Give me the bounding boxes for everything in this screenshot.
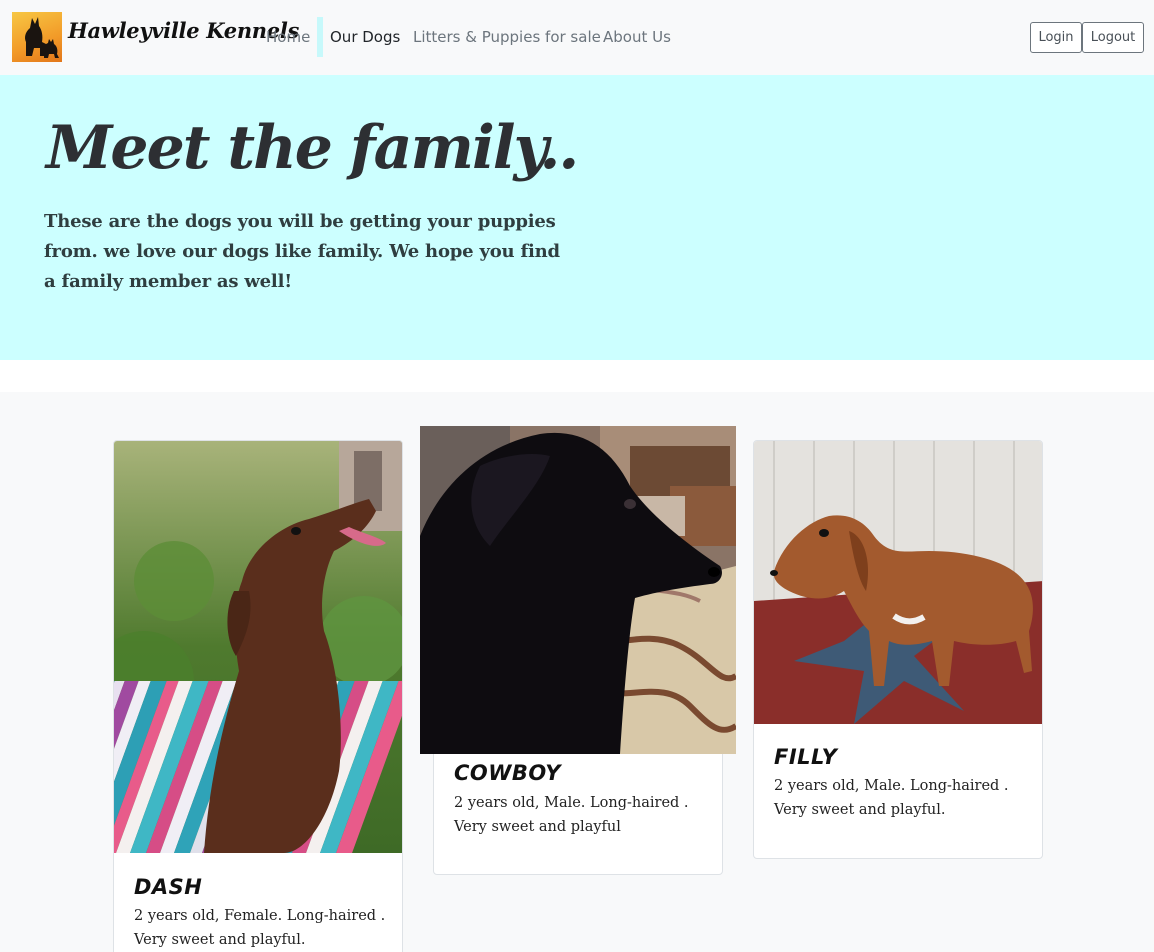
dog-card-filly[interactable]: FILLY 2 years old, Male. Long-haired . V…: [753, 440, 1043, 859]
login-button[interactable]: Login: [1030, 22, 1082, 53]
logout-button[interactable]: Logout: [1082, 22, 1144, 53]
hero-title: Meet the family..: [46, 113, 579, 183]
nav-litters-puppies[interactable]: Litters & Puppies for sale: [413, 28, 601, 46]
nav-our-dogs[interactable]: Our Dogs: [330, 28, 400, 46]
dog-description-line1: 2 years old, Male. Long-haired .: [454, 795, 689, 811]
navbar: Hawleyville Kennels Home Our Dogs Litter…: [0, 0, 1154, 75]
filly-photo: [754, 441, 1042, 724]
logo-icon[interactable]: [12, 12, 62, 62]
nav-about-us[interactable]: About Us: [603, 28, 671, 46]
dog-description-line2: Very sweet and playful: [454, 819, 621, 835]
active-nav-indicator: [317, 17, 323, 57]
nav-home[interactable]: Home: [266, 28, 310, 46]
dog-card-dash[interactable]: DASH 2 years old, Female. Long-haired . …: [113, 440, 403, 952]
dog-name: COWBOY: [454, 761, 561, 785]
brand-name[interactable]: Hawleyville Kennels: [68, 18, 299, 43]
dash-photo: [114, 441, 402, 853]
dog-description-line2: Very sweet and playful.: [134, 932, 306, 948]
hero-section: Meet the family.. These are the dogs you…: [0, 75, 1154, 360]
section-divider: [0, 360, 1154, 392]
dog-description-line1: 2 years old, Male. Long-haired .: [774, 778, 1009, 794]
cowboy-photo: [420, 426, 736, 754]
dog-description-line1: 2 years old, Female. Long-haired .: [134, 908, 386, 924]
dog-name: DASH: [134, 875, 203, 899]
dog-name: FILLY: [774, 745, 838, 769]
hero-description: These are the dogs you will be getting y…: [44, 211, 560, 292]
dog-description-line2: Very sweet and playful.: [774, 802, 946, 818]
